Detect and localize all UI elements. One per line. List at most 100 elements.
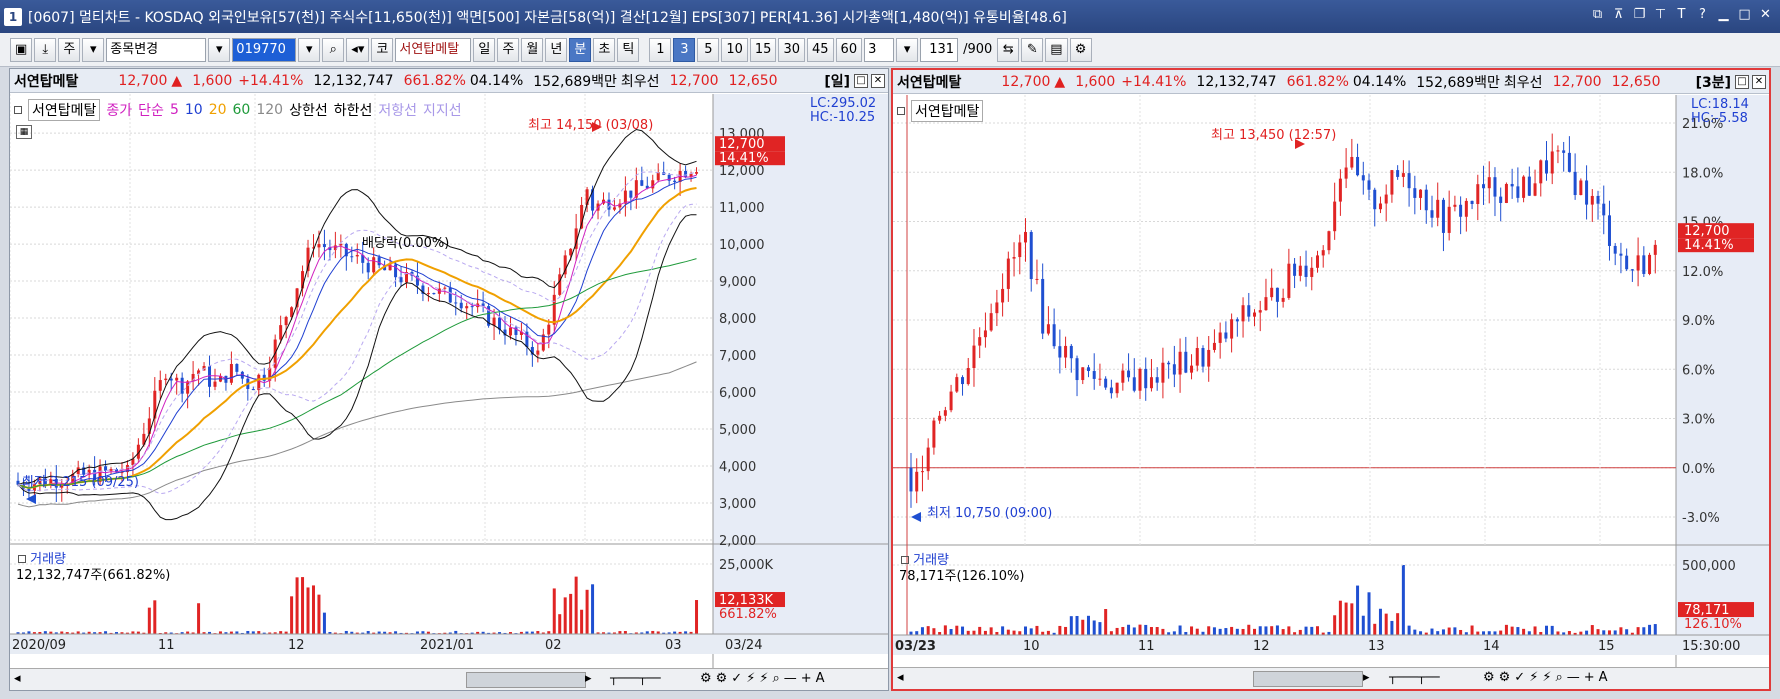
scroll-right-icon[interactable]: ▸ [1363,670,1370,685]
legend-box-icon[interactable] [14,106,22,114]
volume-bar [1035,625,1039,635]
left-scrollbar[interactable]: ◂ ▸ ┬───┬── ⚙⚙✓⚡⚡⌕—+A [10,668,888,690]
save-icon[interactable]: ▤ [1045,37,1068,62]
close-icon[interactable]: ✕ [1757,6,1774,24]
volume-bar [1527,631,1531,635]
right-scrollbar[interactable]: ◂ ▸ ┬───┬── ⚙⚙✓⚡⚡⌕—+A [893,667,1769,689]
zoom-slider[interactable]: ┬───┬── [610,671,661,685]
x-tick-label: 11 [158,638,175,653]
minimize-icon[interactable]: ▁ [1715,6,1732,24]
scroll-right-icon[interactable]: ▸ [585,671,592,686]
interval-1[interactable]: 1 [649,37,672,62]
stock-change-dropdown-icon[interactable]: ▾ [208,37,231,62]
candle-body [448,287,452,303]
candle-body [1648,254,1652,274]
top-icon[interactable]: ⊤ [1652,6,1669,24]
layout-icon[interactable]: ▣ [10,37,33,62]
vol-tick-label: 25,000K [719,558,773,573]
help-icon[interactable]: ? [1694,6,1711,24]
interval-3[interactable]: 3 [673,37,696,62]
vol-box-icon[interactable] [18,555,26,563]
left-chart-svg[interactable]: 13,00012,00011,00010,0009,0008,0007,0006… [10,94,888,694]
period-month[interactable]: 월 [521,37,544,62]
vol-box-icon[interactable] [901,556,909,564]
chart-tool-icon[interactable]: ⇆ [997,37,1020,62]
app-badge[interactable]: 1 [4,7,22,26]
draw-tool-icon[interactable]: ✎ [1021,37,1044,62]
left-close-icon[interactable]: ✕ [871,73,885,88]
download-icon[interactable]: ⤓ [34,37,57,62]
period-second[interactable]: 초 [593,37,616,62]
candle-body [350,256,354,258]
period-week[interactable]: 주 [497,37,520,62]
interval-45[interactable]: 45 [807,37,834,62]
candle-body [1264,297,1268,311]
candle-body [1315,255,1319,268]
settings-icon[interactable]: ⚙ [1069,37,1092,62]
right-legend: 서연탑메탈 [897,100,984,122]
interval-5[interactable]: 5 [697,37,720,62]
right-chart-svg[interactable]: 21.0%18.0%15.0%12.0%9.0%6.0%3.0%0.0%-3.0… [893,95,1769,693]
right-close-icon[interactable]: ✕ [1752,74,1766,89]
history-icon[interactable]: ◂▾ [346,37,370,62]
code-type-button[interactable]: 코 [371,37,394,62]
interval-dropdown-icon[interactable]: ▾ [896,37,919,62]
scroll-thumb[interactable] [1253,671,1363,687]
period-minute[interactable]: 분 [569,37,592,62]
window-title: [0607] 멀티차트 - KOSDAQ 외국인보유[57(천)] 주식수[11… [28,9,1067,26]
scroll-thumb[interactable] [466,672,586,688]
left-maximize-icon[interactable]: □ [854,73,868,88]
volume-bar [1533,626,1537,635]
right-chart-pane[interactable]: 서연탑메탈 12,700 ▲ 1,600 +14.41% 12,132,747 … [891,68,1771,691]
left-pct: +14.41% [238,72,304,89]
maximize-icon[interactable]: □ [1736,6,1753,24]
stock-change-select[interactable]: 종목변경 [106,37,207,62]
interval-10[interactable]: 10 [721,37,748,62]
volume-bar [290,596,294,634]
left-chart-pane[interactable]: 서연탑메탈 12,700 ▲ 1,600 +14.41% 12,132,747 … [9,68,889,691]
market-dropdown-icon[interactable]: ▾ [82,37,105,62]
period-year[interactable]: 년 [545,37,568,62]
count-input[interactable]: 131 [920,37,959,62]
right-period-label[interactable]: [3분] [1696,72,1731,92]
scroll-left-icon[interactable]: ◂ [14,671,21,686]
candle-body [1270,287,1274,298]
period-day[interactable]: 일 [473,37,496,62]
chart-tools-icons[interactable]: ⚙⚙✓⚡⚡⌕—+A [1483,670,1612,685]
volume-bar [1413,629,1417,635]
interval-60[interactable]: 60 [835,37,863,62]
font-icon[interactable]: T [1673,6,1690,24]
candle-body [1573,171,1577,196]
volume-bar [1132,627,1136,635]
grid-table-icon[interactable]: ▦ [16,125,32,139]
candle-body [1533,183,1537,196]
candle-body [966,368,970,385]
candle-body [983,330,987,338]
volume-bar [1218,628,1222,635]
interval-15[interactable]: 15 [749,37,777,62]
candle-body [1178,351,1182,375]
legend-box-icon[interactable] [897,107,905,115]
candle-body [1556,150,1560,152]
period-tick[interactable]: 틱 [617,37,640,62]
right-maximize-icon[interactable]: □ [1735,74,1749,89]
interval-30[interactable]: 30 [778,37,805,62]
stock-code-input[interactable]: 019770 [232,37,297,62]
interval-input[interactable]: 3 [864,37,895,62]
candle-body [317,244,321,248]
price-tick-label: 6,000 [719,386,756,401]
search-icon[interactable]: ⌕ [322,37,345,62]
tile-icon[interactable]: ❐ [1631,6,1648,24]
volume-bar [1648,624,1652,635]
restore-icon[interactable]: ⧉ [1589,6,1606,24]
code-dropdown-icon[interactable]: ▾ [298,37,321,62]
stock-name-field[interactable]: 서연탑메탈 [395,37,472,62]
market-select[interactable]: 주 [58,37,81,62]
pin-icon[interactable]: ⊼ [1610,6,1627,24]
scroll-left-icon[interactable]: ◂ [897,670,904,685]
left-period-label[interactable]: [일] [824,71,850,91]
candle-body [443,287,447,289]
zoom-slider[interactable]: ┬───┬── [1389,670,1440,684]
chart-tools-icons[interactable]: ⚙⚙✓⚡⚡⌕—+A [700,671,829,686]
candle-body [1424,189,1428,211]
